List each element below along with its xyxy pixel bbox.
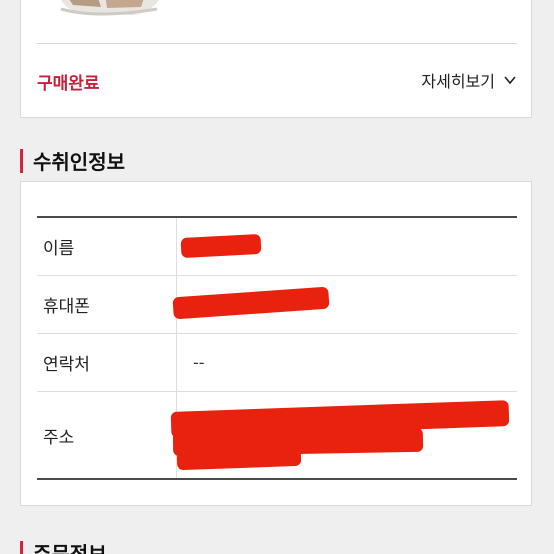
- detail-link-label: 자세히보기: [421, 72, 495, 91]
- product-thumbnail[interactable]: [37, 0, 167, 27]
- order-card: 구매완료 자세히보기: [20, 0, 532, 118]
- heading-accent-bar: [20, 540, 23, 554]
- table-row: 휴대폰: [37, 276, 517, 334]
- redaction-mark: [180, 233, 262, 259]
- recipient-heading: 수취인정보: [20, 146, 125, 175]
- row-label-address: 주소: [37, 392, 177, 478]
- row-value-contact: --: [193, 353, 205, 372]
- table-row: 연락처 --: [37, 334, 517, 392]
- heading-accent-bar: [20, 148, 23, 173]
- recipient-heading-title: 수취인정보: [33, 150, 125, 174]
- redaction-mark: [176, 447, 302, 471]
- order-divider: [37, 43, 517, 44]
- row-label-mobile: 휴대폰: [37, 276, 177, 333]
- row-label-name: 이름: [37, 218, 177, 275]
- order-info-heading: 주문정보: [20, 538, 107, 554]
- table-row: 주소: [37, 392, 517, 480]
- row-value-name: [177, 218, 517, 275]
- table-row: 이름: [37, 218, 517, 276]
- order-status: 구매완료: [37, 74, 100, 94]
- chevron-down-icon: [504, 76, 516, 85]
- order-info-heading-title: 주문정보: [33, 542, 107, 554]
- row-value-address: [170, 392, 517, 478]
- detail-link[interactable]: 자세히보기: [421, 68, 517, 92]
- recipient-card: 이름 휴대폰 연락처 -- 주소: [20, 181, 532, 506]
- redaction-mark: [172, 286, 330, 320]
- row-label-contact: 연락처: [37, 334, 177, 391]
- recipient-table: 이름 휴대폰 연락처 -- 주소: [37, 216, 517, 480]
- row-value-mobile: [172, 276, 517, 333]
